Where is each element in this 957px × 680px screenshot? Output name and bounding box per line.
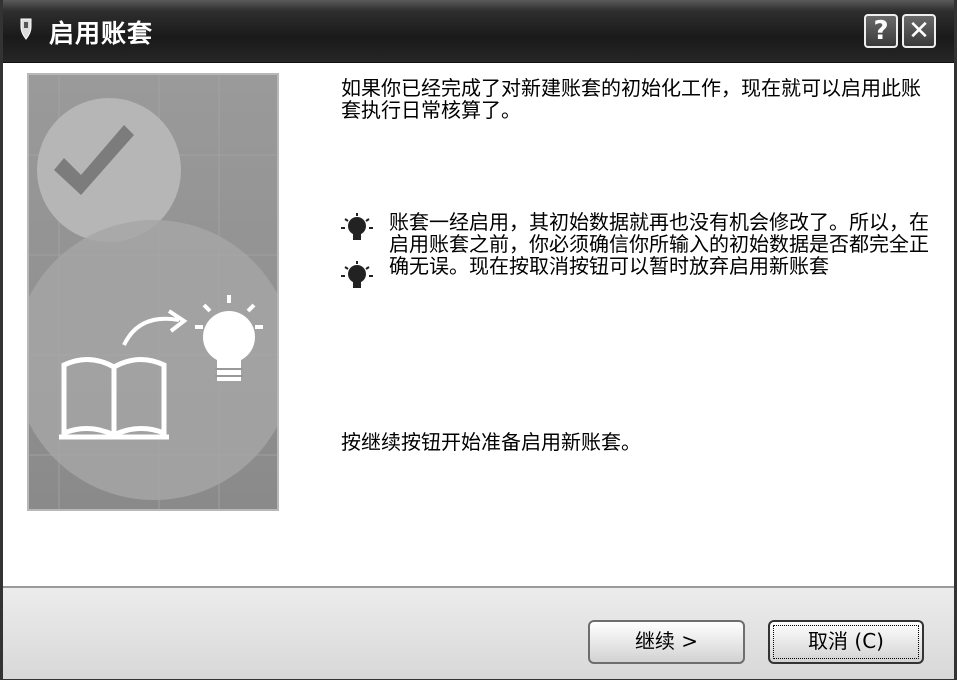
- dialog-window: 启用账套 ? ✕ 如果你已经完成了对新建账套的初始化工作，现在就可以启用此账套执…: [0, 0, 957, 680]
- wizard-side-image: [27, 73, 279, 511]
- warning-text: 账套一经启用，其初始数据就再也没有机会修改了。所以，在启用账套之前，你必须确信你…: [389, 210, 929, 278]
- help-button[interactable]: ?: [864, 14, 898, 48]
- bulb-tip-icon: [341, 261, 373, 288]
- app-icon: [20, 18, 32, 40]
- cancel-button[interactable]: 取消 (C): [768, 620, 924, 664]
- dialog-content: 如果你已经完成了对新建账套的初始化工作，现在就可以启用此账套执行日常核算了。 账…: [3, 63, 954, 586]
- continue-button[interactable]: 继续 >: [588, 620, 745, 664]
- continue-hint: 按继续按钮开始准备启用新账套。: [341, 430, 641, 454]
- bulb-tip-icon: [341, 213, 373, 240]
- title-bar[interactable]: 启用账套 ? ✕: [3, 0, 954, 63]
- warning-block: 账套一经启用，其初始数据就再也没有机会修改了。所以，在启用账套之前，你必须确信你…: [341, 211, 941, 321]
- window-title: 启用账套: [49, 19, 154, 48]
- button-bar: 继续 > 取消 (C): [3, 586, 954, 679]
- close-button[interactable]: ✕: [902, 14, 936, 48]
- intro-text: 如果你已经完成了对新建账套的初始化工作，现在就可以启用此账套执行日常核算了。: [341, 76, 921, 122]
